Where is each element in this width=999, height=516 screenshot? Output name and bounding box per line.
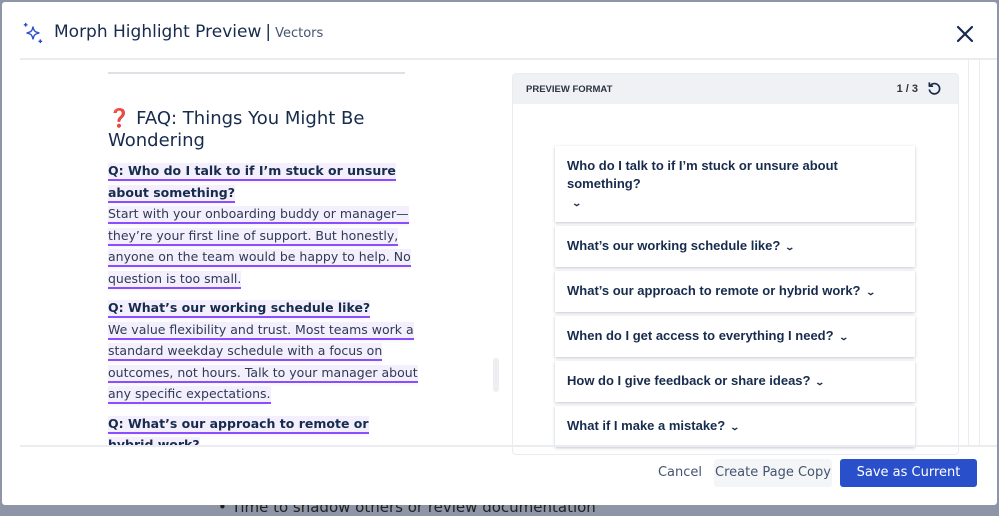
question-mark-icon: ❓ xyxy=(108,108,131,129)
preview-header: PREVIEW FORMAT 1 / 3 xyxy=(513,74,958,104)
morph-highlight-preview-dialog: Morph Highlight Preview | Vectors ❓ FAQ: T… xyxy=(2,2,997,505)
sparkle-icon xyxy=(23,22,43,44)
title-separator: | xyxy=(265,22,272,42)
preview-count: 1 / 3 xyxy=(896,83,918,95)
dialog-title: Morph Highlight Preview | Vectors xyxy=(54,22,323,42)
accordion-item-title: What’s our approach to remote or hybrid … xyxy=(567,283,861,298)
chevron-down-icon: ⌄ xyxy=(784,242,796,252)
dialog-header: Morph Highlight Preview | Vectors xyxy=(2,2,997,58)
highlighted-question: Q: What’s our working schedule like? xyxy=(108,300,371,318)
accordion-item-title: How do I give feedback or share ideas? xyxy=(567,373,811,388)
highlighted-answer: We value flexibility and trust. Most tea… xyxy=(108,321,418,404)
preview-panel: PREVIEW FORMAT 1 / 3 Who do I talk to if… xyxy=(512,73,959,455)
accordion-item[interactable]: What if I make a mistake? ⌄ xyxy=(555,406,915,447)
preview-scrollbar[interactable] xyxy=(968,60,980,446)
title-subtitle: Vectors xyxy=(275,26,324,41)
accordion-item-title: What’s our working schedule like? xyxy=(567,238,781,253)
accordion-item[interactable]: How do I give feedback or share ideas? ⌄ xyxy=(555,361,915,402)
faq-question: Q: What’s our working schedule like? xyxy=(108,297,418,319)
faq-answer: Start with your onboarding buddy or mana… xyxy=(108,203,418,289)
title-text: Morph Highlight Preview xyxy=(54,22,262,42)
document-pane[interactable]: ❓ FAQ: Things You Might Be Wondering Q: … xyxy=(20,60,500,446)
highlighted-answer: Start with your onboarding buddy or mana… xyxy=(108,206,411,289)
chevron-down-icon: ⌄ xyxy=(864,287,876,297)
footer-divider xyxy=(20,445,997,447)
accordion-item[interactable]: What’s our working schedule like? ⌄ xyxy=(555,226,915,267)
document-content: ❓ FAQ: Things You Might Be Wondering Q: … xyxy=(108,60,418,446)
chevron-down-icon: ⌄ xyxy=(571,198,583,208)
faq-question: Q: What’s our approach to remote or hybr… xyxy=(108,413,418,446)
accordion-item-title: When do I get access to everything I nee… xyxy=(567,328,834,343)
accordion-item-title: Who do I talk to if I’m stuck or unsure … xyxy=(567,158,838,191)
horizontal-rule xyxy=(108,72,405,74)
preview-label: PREVIEW FORMAT xyxy=(526,84,613,95)
close-icon[interactable] xyxy=(955,24,975,44)
chevron-down-icon: ⌄ xyxy=(838,332,849,342)
accordion-item[interactable]: When do I get access to everything I nee… xyxy=(555,316,915,357)
document-scrollbar[interactable] xyxy=(493,358,499,392)
accordion-item[interactable]: Who do I talk to if I’m stuck or unsure … xyxy=(555,146,915,222)
chevron-down-icon: ⌄ xyxy=(814,377,826,387)
refresh-icon[interactable] xyxy=(927,81,942,96)
cancel-button[interactable]: Cancel xyxy=(650,459,710,487)
faq-heading-text: FAQ: Things You Might Be Wondering xyxy=(108,108,365,151)
faq-heading: ❓ FAQ: Things You Might Be Wondering xyxy=(108,108,418,152)
accordion-list: Who do I talk to if I’m stuck or unsure … xyxy=(555,146,915,451)
accordion-item-title: What if I make a mistake? xyxy=(567,418,726,433)
faq-answer: We value flexibility and trust. Most tea… xyxy=(108,319,418,405)
chevron-down-icon: ⌄ xyxy=(729,422,741,432)
faq-question: Q: Who do I talk to if I’m stuck or unsu… xyxy=(108,160,418,203)
highlighted-question: Q: Who do I talk to if I’m stuck or unsu… xyxy=(108,163,396,203)
create-page-copy-button[interactable]: Create Page Copy xyxy=(714,459,832,487)
save-as-current-page-button[interactable]: Save as Current Page xyxy=(840,459,977,505)
highlighted-question: Q: What’s our approach to remote or hybr… xyxy=(108,415,369,446)
accordion-item[interactable]: What’s our approach to remote or hybrid … xyxy=(555,271,915,312)
